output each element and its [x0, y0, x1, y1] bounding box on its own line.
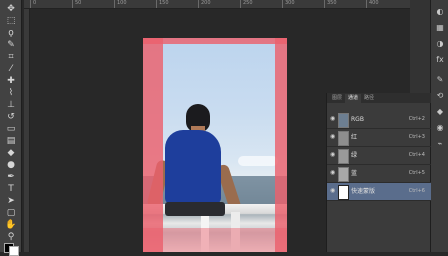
eyedropper-tool-icon[interactable]: ⁄ — [3, 64, 19, 75]
quick-select-tool-icon[interactable]: ✎ — [3, 40, 19, 51]
type-tool-icon[interactable]: T — [3, 184, 19, 195]
channel-row-green[interactable]: ◉ 绿 Ctrl+4 — [327, 147, 431, 165]
tools-panel: ✥ ⬚ ϙ ✎ ⌗ ⁄ ✚ ⌇ ⊥ ↺ ▭ ▤ ◆ ● ✒ T ➤ ▢ ✋ ⚲ — [0, 0, 22, 256]
move-tool-icon[interactable]: ✥ — [3, 4, 19, 15]
ruler-tick: 100 — [114, 0, 127, 8]
pen-tool-icon[interactable]: ✒ — [3, 172, 19, 183]
vertical-ruler — [24, 9, 30, 252]
layers-icon[interactable]: ◆ — [434, 106, 446, 118]
channels-icon[interactable]: ◉ — [434, 122, 446, 134]
visibility-eye-icon[interactable]: ◉ — [330, 116, 336, 122]
healing-brush-tool-icon[interactable]: ✚ — [3, 76, 19, 87]
history-icon[interactable]: ⟲ — [434, 90, 446, 102]
blur-tool-icon[interactable]: ◆ — [3, 148, 19, 159]
dodge-tool-icon[interactable]: ● — [3, 160, 19, 171]
ruler-tick: 350 — [324, 0, 337, 8]
ruler-tick: 150 — [156, 0, 169, 8]
history-brush-tool-icon[interactable]: ↺ — [3, 112, 19, 123]
marquee-tool-icon[interactable]: ⬚ — [3, 16, 19, 27]
quick-mask-overlay-top — [143, 38, 287, 44]
brush-presets-icon[interactable]: ✎ — [434, 74, 446, 86]
visibility-eye-icon[interactable]: ◉ — [330, 188, 336, 194]
ruler-tick: 50 — [72, 0, 81, 8]
channel-name: RGB — [351, 116, 364, 123]
hand-tool-icon[interactable]: ✋ — [3, 220, 19, 231]
panel-tab-bar: 图层 通道 路径 — [327, 93, 431, 103]
channel-row-blue[interactable]: ◉ 蓝 Ctrl+5 — [327, 165, 431, 183]
crop-tool-icon[interactable]: ⌗ — [3, 52, 19, 63]
channel-shortcut: Ctrl+3 — [408, 134, 425, 140]
background-color-swatch[interactable] — [9, 246, 19, 256]
quick-mask-overlay-bottom — [143, 228, 287, 252]
ruler-tick: 400 — [366, 0, 379, 8]
icon-dock: ◐ ▦ ◑ fx ✎ ⟲ ◆ ◉ ⌁ — [430, 0, 448, 252]
cloud — [238, 156, 278, 166]
channel-row-quick-mask[interactable]: ◉ 快速蒙版 Ctrl+6 — [327, 183, 431, 201]
horizontal-ruler: 0 50 100 150 200 250 300 350 400 — [24, 0, 410, 9]
quick-mask-overlay-left — [143, 38, 163, 252]
channel-row-red[interactable]: ◉ 红 Ctrl+3 — [327, 129, 431, 147]
shape-tool-icon[interactable]: ▢ — [3, 208, 19, 219]
path-select-tool-icon[interactable]: ➤ — [3, 196, 19, 207]
swatches-icon[interactable]: ▦ — [434, 22, 446, 34]
channel-thumbnail — [338, 113, 349, 128]
man-shorts — [165, 202, 225, 216]
adjustments-icon[interactable]: ◑ — [434, 38, 446, 50]
eraser-tool-icon[interactable]: ▭ — [3, 124, 19, 135]
visibility-eye-icon[interactable]: ◉ — [330, 152, 336, 158]
man-blue-shirt — [165, 130, 221, 204]
visibility-eye-icon[interactable]: ◉ — [330, 134, 336, 140]
tab-layers[interactable]: 图层 — [329, 94, 345, 103]
channel-shortcut: Ctrl+2 — [408, 116, 425, 122]
channel-row-rgb[interactable]: ◉ RGB Ctrl+2 — [327, 111, 431, 129]
channel-name: 红 — [351, 134, 358, 141]
color-icon[interactable]: ◐ — [434, 6, 446, 18]
channel-shortcut: Ctrl+5 — [408, 170, 425, 176]
channel-thumbnail — [338, 185, 349, 200]
channel-name: 蓝 — [351, 170, 358, 177]
document-image[interactable] — [143, 38, 287, 252]
paths-icon[interactable]: ⌁ — [434, 138, 446, 150]
channel-shortcut: Ctrl+4 — [408, 152, 425, 158]
brush-tool-icon[interactable]: ⌇ — [3, 88, 19, 99]
channel-thumbnail — [338, 167, 349, 182]
channel-name: 快速蒙版 — [351, 188, 376, 195]
ruler-tick: 250 — [240, 0, 253, 8]
ruler-tick: 200 — [198, 0, 211, 8]
channel-shortcut: Ctrl+6 — [408, 188, 425, 194]
channels-panel: 图层 通道 路径 ◉ RGB Ctrl+2 ◉ 红 Ctrl+3 ◉ 绿 Ctr… — [326, 93, 431, 252]
lasso-tool-icon[interactable]: ϙ — [3, 28, 19, 39]
ruler-tick: 0 — [30, 0, 36, 8]
channel-thumbnail — [338, 149, 349, 164]
channel-name: 绿 — [351, 152, 358, 159]
clone-stamp-tool-icon[interactable]: ⊥ — [3, 100, 19, 111]
zoom-tool-icon[interactable]: ⚲ — [3, 232, 19, 243]
visibility-eye-icon[interactable]: ◉ — [330, 170, 336, 176]
quick-mask-overlay-right — [275, 38, 287, 252]
tab-paths[interactable]: 路径 — [361, 94, 377, 103]
styles-icon[interactable]: fx — [434, 54, 446, 66]
tab-channels[interactable]: 通道 — [345, 94, 362, 103]
gradient-tool-icon[interactable]: ▤ — [3, 136, 19, 147]
ruler-tick: 300 — [282, 0, 295, 8]
channel-thumbnail — [338, 131, 349, 146]
